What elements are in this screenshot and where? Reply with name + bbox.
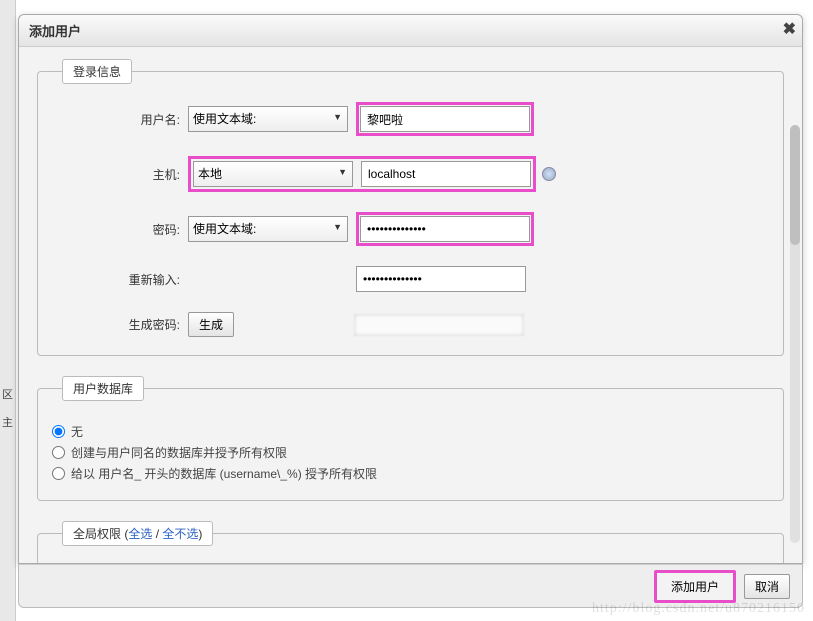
global-priv-sep: /	[152, 527, 162, 541]
select-all-link[interactable]: 全选	[128, 527, 152, 541]
user-database-fieldset: 用户数据库 无 创建与用户同名的数据库并授予所有权限 给以 用户名_ 开头的数据…	[37, 376, 784, 501]
dialog-content: 登录信息 用户名: 使用文本域: 主机: 本地 密码: 使用文本域:	[19, 45, 802, 563]
login-info-fieldset: 登录信息 用户名: 使用文本域: 主机: 本地 密码: 使用文本域:	[37, 59, 784, 356]
password-label: 密码:	[52, 221, 188, 238]
password-input[interactable]	[360, 216, 530, 242]
scrollbar-thumb[interactable]	[790, 125, 800, 245]
db-option-none-label: 无	[71, 423, 83, 440]
deselect-all-link[interactable]: 全不选	[162, 527, 198, 541]
global-privileges-legend: 全局权限 (全选 / 全不选)	[62, 521, 213, 546]
password-mode-select[interactable]: 使用文本域:	[188, 216, 348, 242]
side-label-b: 主	[0, 408, 15, 436]
generate-password-button[interactable]: 生成	[188, 312, 234, 337]
login-info-legend: 登录信息	[62, 59, 132, 84]
db-option-grant-label: 给以 用户名_ 开头的数据库 (username\_%) 授予所有权限	[71, 465, 377, 482]
dialog-titlebar: 添加用户 ✖	[19, 15, 802, 47]
retype-password-input[interactable]	[356, 266, 526, 292]
username-mode-select[interactable]: 使用文本域:	[188, 106, 348, 132]
db-option-create-label: 创建与用户同名的数据库并授予所有权限	[71, 444, 287, 461]
db-option-none-radio[interactable]	[52, 425, 65, 438]
generated-password-display	[354, 314, 524, 336]
host-mode-select[interactable]: 本地	[193, 161, 353, 187]
retype-label: 重新输入:	[52, 271, 188, 288]
help-icon[interactable]	[542, 167, 556, 181]
db-option-create-radio[interactable]	[52, 446, 65, 459]
watermark-text: http://blog.csdn.net/u870216150	[592, 601, 805, 617]
user-database-legend: 用户数据库	[62, 376, 144, 401]
add-user-dialog: 添加用户 ✖ 登录信息 用户名: 使用文本域: 主机: 本地 密码: 使用	[18, 14, 803, 564]
host-input[interactable]	[361, 161, 531, 187]
add-user-button[interactable]: 添加用户	[654, 570, 736, 603]
username-label: 用户名:	[52, 111, 188, 128]
db-option-grant-radio[interactable]	[52, 467, 65, 480]
dialog-title: 添加用户	[29, 24, 81, 39]
close-icon[interactable]: ✖	[783, 19, 796, 39]
cancel-button[interactable]: 取消	[744, 574, 790, 599]
scrollbar[interactable]	[790, 125, 800, 543]
generate-label: 生成密码:	[52, 316, 188, 333]
side-label-a: 区	[0, 380, 15, 408]
global-priv-prefix: 全局权限 (	[73, 527, 128, 541]
host-label: 主机:	[52, 166, 188, 183]
global-priv-suffix: )	[198, 527, 202, 541]
global-privileges-fieldset: 全局权限 (全选 / 全不选)	[37, 521, 784, 563]
username-input[interactable]	[360, 106, 530, 132]
